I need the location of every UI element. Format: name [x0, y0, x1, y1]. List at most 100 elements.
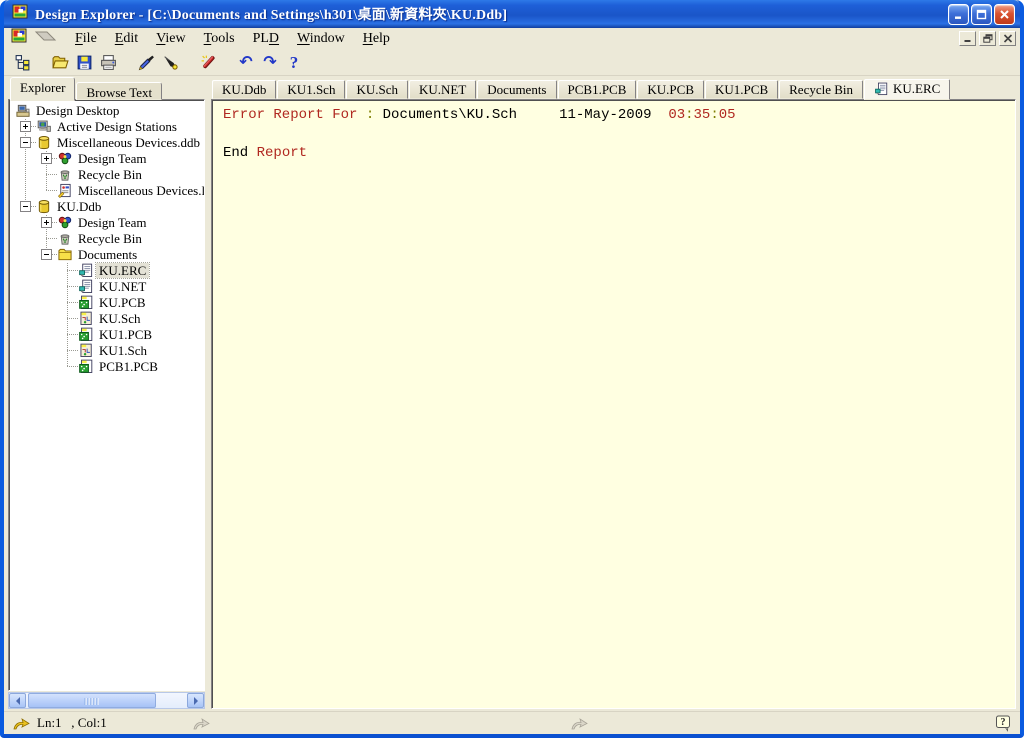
status-help-button[interactable]: ? [995, 715, 1012, 732]
report-text-segment: 11-May-2009 [559, 107, 651, 123]
tree-collapse-button[interactable] [20, 201, 31, 212]
tree-item-label[interactable]: KU.Ddb [54, 199, 104, 214]
tree-item-label[interactable]: KU1.Sch [96, 343, 150, 358]
panel-tab-browse-text[interactable]: Browse Text [76, 82, 162, 100]
tree-expand-button[interactable] [41, 217, 52, 228]
explorer-toggle-button[interactable] [10, 50, 34, 74]
document-tab-pcb1-pcb[interactable]: PCB1.PCB [558, 80, 637, 99]
tree-item-label[interactable]: Design Team [75, 151, 150, 166]
tree-item-ku-erc[interactable]: KU.ERC [9, 263, 204, 279]
tree-item-label[interactable]: KU.Sch [96, 311, 144, 326]
tree-connector-line [46, 167, 47, 183]
client-area: ExplorerBrowse Text Design DesktopActive… [4, 76, 1020, 711]
tree-horizontal-scrollbar[interactable] [8, 692, 205, 709]
menu-file[interactable]: File [66, 30, 106, 48]
tree-item-label[interactable]: KU1.PCB [96, 327, 155, 342]
statusbar: Ln:1 , Col:1 ? [4, 711, 1020, 734]
redo-button[interactable]: ↷ [258, 50, 282, 74]
scroll-left-button[interactable] [9, 693, 26, 708]
menu-edit[interactable]: Edit [106, 30, 147, 48]
tree-item-label[interactable]: KU.NET [96, 279, 149, 294]
tree-collapse-button[interactable] [20, 137, 31, 148]
scroll-right-button[interactable] [187, 693, 204, 708]
tree-item-design-team[interactable]: Design Team [9, 215, 204, 231]
tree-item-documents[interactable]: Documents [9, 247, 204, 263]
tree-collapse-button[interactable] [41, 249, 52, 260]
mdi-document-icon[interactable] [10, 28, 28, 49]
wand-tool-button[interactable] [196, 50, 220, 74]
tree-item-ku1-sch[interactable]: KU1.Sch [9, 343, 204, 359]
tree-connector-line [67, 302, 78, 303]
document-tab-ku-sch[interactable]: KU.Sch [346, 80, 408, 99]
help-button[interactable]: ? [282, 50, 306, 74]
mdi-minimize-button[interactable] [959, 31, 976, 46]
explorer-tree[interactable]: Design DesktopActive Design StationsMisc… [8, 99, 205, 691]
mdi-restore-button[interactable] [979, 31, 996, 46]
document-tab-documents[interactable]: Documents [477, 80, 556, 99]
scrollbar-grip-icon [85, 698, 100, 705]
tree-item-design-team[interactable]: Design Team [9, 151, 204, 167]
document-tab-recycle-bin[interactable]: Recycle Bin [779, 80, 863, 99]
tree-item-label[interactable]: KU.PCB [96, 295, 149, 310]
tree-item-miscellaneous-devices-ddb[interactable]: Miscellaneous Devices.ddb [9, 135, 204, 151]
tree-item-miscellaneous-devices-lib[interactable]: Miscellaneous Devices.lib [9, 183, 204, 199]
menu-view[interactable]: View [147, 30, 195, 48]
document-tab-ku-pcb[interactable]: KU.PCB [637, 80, 704, 99]
document-tab-label: KU1.Sch [287, 82, 335, 98]
tree-item-label[interactable]: Recycle Bin [75, 167, 145, 182]
tree-item-recycle-bin[interactable]: Recycle Bin [9, 231, 204, 247]
menu-window[interactable]: Window [288, 30, 354, 48]
report-text-segment: 35 [694, 107, 711, 123]
document-tab-ku-net[interactable]: KU.NET [409, 80, 476, 99]
tree-item-label[interactable]: Recycle Bin [75, 231, 145, 246]
menu-tools[interactable]: Tools [195, 30, 244, 48]
tree-item-label[interactable]: Design Desktop [33, 103, 122, 118]
system-menu-arrow-icon[interactable] [34, 29, 58, 48]
document-tab-ku1-pcb[interactable]: KU1.PCB [705, 80, 778, 99]
tree-item-pcb1-pcb[interactable]: PCB1.PCB [9, 359, 204, 375]
tree-item-label[interactable]: Active Design Stations [54, 119, 180, 134]
tree-item-recycle-bin[interactable]: Recycle Bin [9, 167, 204, 183]
menu-help[interactable]: Help [354, 30, 399, 48]
pen-tool-button[interactable] [158, 50, 182, 74]
status-arrow-icon [12, 716, 31, 731]
document-tab-ku-erc[interactable]: KU.ERC [864, 79, 950, 100]
save-button[interactable] [72, 50, 96, 74]
tree-item-label[interactable]: Miscellaneous Devices.lib [75, 183, 205, 198]
document-tab-ku1-sch[interactable]: KU1.Sch [277, 80, 345, 99]
tree-guide-line [25, 167, 26, 183]
tree-item-label[interactable]: KU.ERC [96, 263, 149, 278]
minimize-button[interactable] [948, 4, 969, 25]
tree-item-ku1-pcb[interactable]: KU1.PCB [9, 327, 204, 343]
workstation-icon [36, 119, 53, 135]
maximize-button[interactable] [971, 4, 992, 25]
open-document-button[interactable] [48, 50, 72, 74]
erc-report-editor[interactable]: Error Report For : Documents\KU.Sch 11-M… [211, 99, 1016, 709]
tree-connector-line [67, 327, 68, 343]
close-button[interactable] [994, 4, 1015, 25]
menu-pld[interactable]: PLD [244, 30, 288, 48]
tree-item-ku-net[interactable]: KU.NET [9, 279, 204, 295]
explorer-toggle-icon [14, 54, 31, 71]
tree-expand-button[interactable] [41, 153, 52, 164]
undo-button[interactable]: ↶ [234, 50, 258, 74]
panel-tab-explorer[interactable]: Explorer [10, 77, 75, 101]
tree-item-ku-sch[interactable]: KU.Sch [9, 311, 204, 327]
scrollbar-thumb[interactable] [28, 693, 156, 708]
tree-expand-button[interactable] [20, 121, 31, 132]
tree-item-ku-ddb[interactable]: KU.Ddb [9, 199, 204, 215]
tree-item-label[interactable]: Documents [75, 247, 140, 262]
tree-item-label[interactable]: PCB1.PCB [96, 359, 161, 374]
tree-item-label[interactable]: Miscellaneous Devices.ddb [54, 135, 203, 150]
print-button[interactable] [96, 50, 120, 74]
knife-tool-button[interactable] [134, 50, 158, 74]
save-icon [76, 54, 93, 71]
report-doc-icon [78, 279, 95, 295]
report-text-segment: : [685, 107, 693, 123]
document-tab-ku-ddb[interactable]: KU.Ddb [212, 80, 276, 99]
tree-item-label[interactable]: Design Team [75, 215, 150, 230]
tree-item-ku-pcb[interactable]: KU.PCB [9, 295, 204, 311]
tree-item-design-desktop[interactable]: Design Desktop [9, 103, 204, 119]
tree-item-active-design-stations[interactable]: Active Design Stations [9, 119, 204, 135]
mdi-close-button[interactable] [999, 31, 1016, 46]
